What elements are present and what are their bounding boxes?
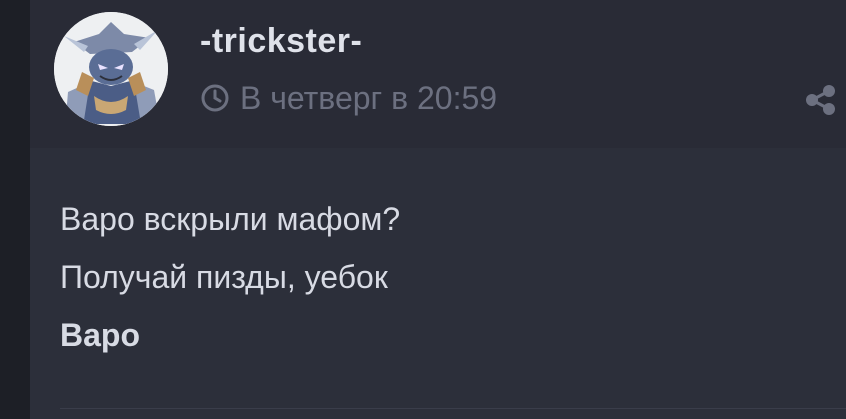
clock-icon: [201, 84, 229, 112]
left-gutter: [0, 0, 30, 419]
post-timestamp: В четверг в 20:59: [200, 78, 497, 118]
post-text-line: Получай пизды, уебок: [60, 259, 388, 295]
post-header: -trickster- В четверг в 20:59: [30, 0, 846, 148]
author-name[interactable]: -trickster-: [200, 22, 362, 61]
post-text-line: Варо вскрыли мафом?: [60, 201, 401, 237]
post-body: Варо вскрыли мафом? Получай пизды, уебок…: [60, 190, 820, 364]
post-text-line-bold: Варо: [60, 317, 140, 353]
page: -trickster- В четверг в 20:59 Варо вскры…: [0, 0, 846, 419]
post-card: -trickster- В четверг в 20:59 Варо вскры…: [30, 0, 846, 419]
avatar-image: [54, 12, 168, 126]
avatar[interactable]: [54, 12, 168, 126]
timestamp-text: В четверг в 20:59: [240, 79, 498, 116]
divider: [60, 408, 846, 409]
share-icon[interactable]: [802, 82, 838, 118]
